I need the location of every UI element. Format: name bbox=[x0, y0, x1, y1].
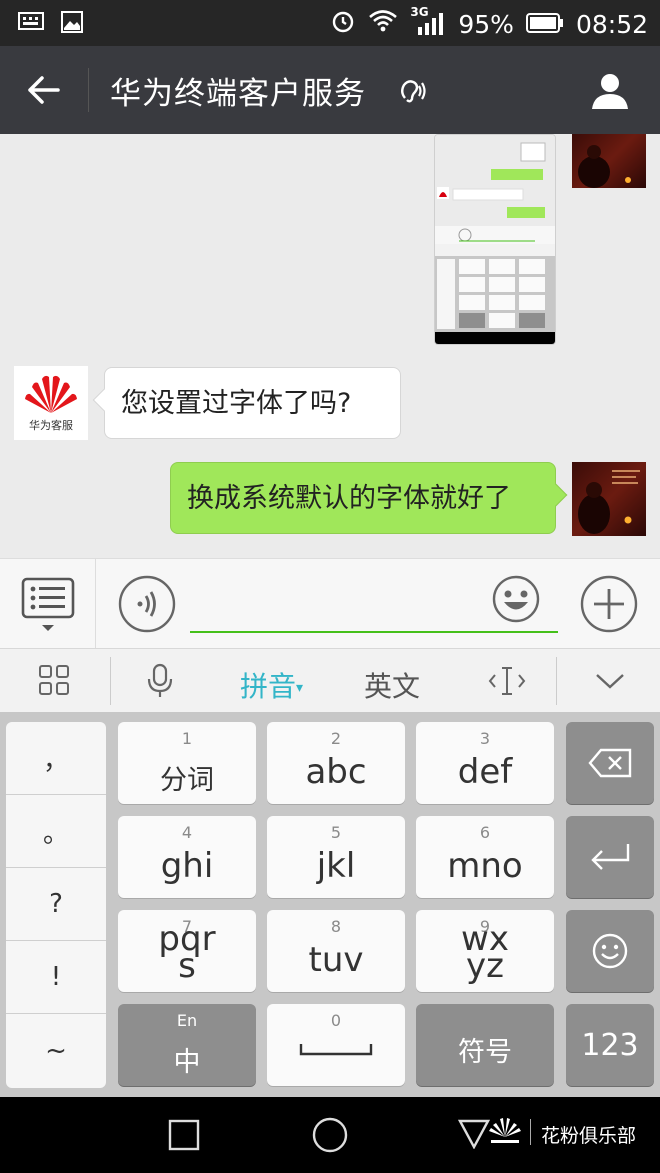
emoji-icon[interactable] bbox=[492, 575, 540, 627]
text-input[interactable] bbox=[190, 631, 558, 633]
punct-key[interactable]: 。 bbox=[6, 795, 106, 868]
enter-key[interactable] bbox=[566, 816, 654, 898]
emoji-key[interactable] bbox=[566, 910, 654, 992]
alarm-icon bbox=[330, 8, 356, 40]
bubble-tail bbox=[544, 483, 568, 507]
punctuation-column[interactable]: ， 。 ? ! ~ bbox=[6, 722, 106, 1088]
agent-avatar-label: 华为客服 bbox=[29, 419, 73, 432]
agent-avatar[interactable]: 华为客服 bbox=[14, 366, 88, 440]
key-9[interactable]: 9 wxyz bbox=[416, 910, 554, 992]
battery-icon bbox=[525, 10, 564, 39]
screenshot-thumbnail bbox=[435, 135, 555, 344]
wifi-icon bbox=[368, 9, 398, 39]
smiley-icon bbox=[592, 933, 628, 969]
back-arrow-icon[interactable] bbox=[24, 70, 64, 110]
buddha-image bbox=[578, 145, 631, 188]
ime-toolbar: 拼音▾ 英文 bbox=[0, 648, 660, 712]
punct-key[interactable]: ~ bbox=[6, 1014, 106, 1087]
space-bar-icon bbox=[299, 1044, 373, 1056]
clock: 08:52 bbox=[575, 9, 648, 39]
contact-info-icon[interactable] bbox=[590, 70, 630, 114]
tab-english[interactable]: 英文 bbox=[364, 665, 420, 705]
collapse-keyboard-icon[interactable] bbox=[594, 671, 626, 695]
microphone-icon[interactable] bbox=[146, 663, 174, 703]
signal-icon: 3G bbox=[410, 5, 446, 37]
status-bar: 3G 95% 08:52 bbox=[0, 0, 660, 46]
message-bubble-outgoing[interactable]: 换成系统默认的字体就好了 bbox=[170, 462, 568, 534]
back-triangle-icon[interactable] bbox=[457, 1119, 491, 1153]
watermark-brand: 花粉俱乐部 bbox=[540, 1125, 636, 1147]
number-mode-key[interactable]: 123 bbox=[566, 1004, 654, 1086]
my-avatar[interactable] bbox=[572, 134, 646, 188]
key-8[interactable]: 8 tuv bbox=[267, 910, 405, 992]
key-3[interactable]: 3 def bbox=[416, 722, 554, 804]
huawei-logo bbox=[25, 375, 77, 413]
message-text: 换成系统默认的字体就好了 bbox=[187, 482, 511, 514]
punct-key[interactable]: ! bbox=[6, 941, 106, 1014]
menu-keyboard-icon bbox=[21, 577, 75, 631]
message-text: 您设置过字体了吗? bbox=[121, 387, 352, 419]
home-icon[interactable] bbox=[312, 1117, 348, 1157]
battery-percent: 95% bbox=[458, 9, 514, 39]
key-4[interactable]: 4 ghi bbox=[118, 816, 256, 898]
space-key[interactable]: 0 bbox=[267, 1004, 405, 1086]
bubble-tail bbox=[92, 388, 116, 412]
add-attachment-icon[interactable] bbox=[580, 575, 638, 637]
chevron-down-icon: ▾ bbox=[296, 680, 304, 696]
punct-key[interactable]: ， bbox=[6, 722, 106, 795]
keyboard: ， 。 ? ! ~ 1 分词 2 abc 3 def 4 ghi 5 jkl 6… bbox=[0, 712, 660, 1097]
huawei-watermark-logo bbox=[488, 1115, 522, 1149]
earpiece-mode-icon bbox=[396, 76, 426, 110]
image-message[interactable] bbox=[434, 134, 556, 345]
image-icon bbox=[60, 10, 84, 38]
key-5[interactable]: 5 jkl bbox=[267, 816, 405, 898]
my-avatar[interactable] bbox=[572, 462, 646, 536]
tab-pinyin[interactable]: 拼音▾ bbox=[240, 665, 303, 705]
voice-input-icon[interactable] bbox=[118, 575, 176, 637]
key-6[interactable]: 6 mno bbox=[416, 816, 554, 898]
cursor-move-icon[interactable] bbox=[488, 665, 526, 701]
title-bar: 华为终端客户服务 bbox=[0, 46, 660, 134]
toolbar-separator bbox=[556, 657, 557, 705]
watermark-separator bbox=[530, 1119, 531, 1145]
service-menu-button[interactable] bbox=[0, 559, 96, 649]
buddha-image bbox=[578, 470, 640, 534]
symbols-key[interactable]: 符号 bbox=[416, 1004, 554, 1086]
enter-icon bbox=[591, 844, 630, 870]
backspace-icon bbox=[588, 748, 632, 778]
title-separator bbox=[88, 68, 89, 112]
backspace-key[interactable] bbox=[566, 722, 654, 804]
toolbar-separator bbox=[110, 657, 111, 705]
punct-key[interactable]: ? bbox=[6, 868, 106, 941]
grid-menu-icon[interactable] bbox=[38, 664, 70, 700]
keyboard-icon bbox=[18, 10, 44, 38]
message-bubble-incoming[interactable]: 您设置过字体了吗? bbox=[92, 367, 401, 439]
navigation-bar: 花粉俱乐部 bbox=[0, 1097, 660, 1173]
message-input-bar bbox=[0, 558, 660, 649]
page-title: 华为终端客户服务 bbox=[110, 76, 366, 112]
chat-area[interactable]: 华为客服 您设置过字体了吗? 换成系统默认的字体就好了 bbox=[0, 134, 660, 558]
recents-icon[interactable] bbox=[168, 1119, 200, 1155]
key-2[interactable]: 2 abc bbox=[267, 722, 405, 804]
language-switch-key[interactable]: En 中 bbox=[118, 1004, 256, 1086]
key-1[interactable]: 1 分词 bbox=[118, 722, 256, 804]
key-7[interactable]: 7 pqrs bbox=[118, 910, 256, 992]
